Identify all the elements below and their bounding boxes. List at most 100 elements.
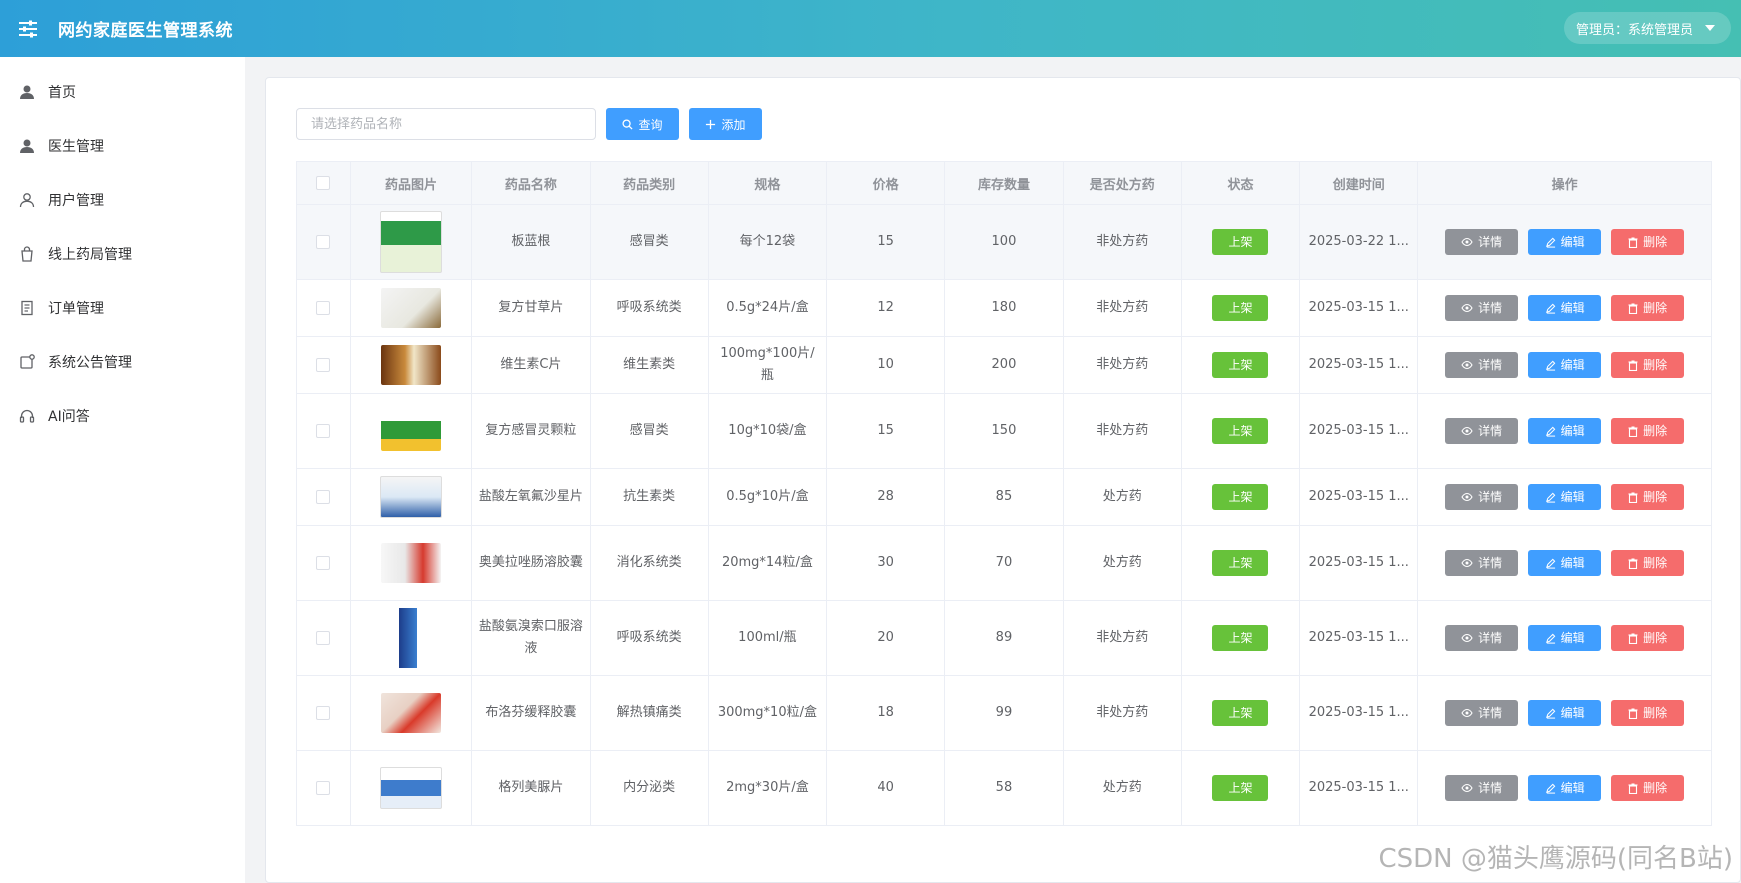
- edit-button[interactable]: 编辑: [1528, 625, 1602, 651]
- status-badge[interactable]: 上架: [1212, 484, 1269, 510]
- status-badge[interactable]: 上架: [1212, 418, 1269, 444]
- drug-image[interactable]: [381, 345, 441, 385]
- delete-button[interactable]: 删除: [1611, 352, 1685, 378]
- row-checkbox[interactable]: [316, 555, 331, 570]
- select-all-checkbox[interactable]: [316, 176, 331, 190]
- status-badge[interactable]: 上架: [1212, 550, 1269, 576]
- delete-button[interactable]: 删除: [1611, 418, 1685, 444]
- row-checkbox[interactable]: [316, 423, 331, 438]
- row-checkbox-cell[interactable]: [296, 393, 351, 469]
- headset-icon: [18, 407, 36, 425]
- drug-rx-type: 处方药: [1062, 525, 1182, 601]
- sidebar-item-announcements[interactable]: 系统公告管理: [0, 335, 245, 389]
- row-checkbox-cell[interactable]: [296, 204, 351, 280]
- detail-button[interactable]: 详情: [1445, 484, 1519, 510]
- delete-button[interactable]: 删除: [1611, 775, 1685, 801]
- sidebar-item-label: 线上药局管理: [48, 247, 132, 263]
- row-checkbox-cell[interactable]: [296, 675, 351, 751]
- user-label: 管理员：系统管理员: [1575, 22, 1693, 38]
- created-time-text: 2025-03-15 1...: [1308, 630, 1409, 645]
- delete-button[interactable]: 删除: [1611, 229, 1685, 255]
- status-badge[interactable]: 上架: [1212, 295, 1269, 321]
- table-body: 板蓝根 感冒类 每个12袋 15 100 非处方药 上架 2025-03-22 1... 详情编…: [296, 204, 1712, 826]
- drug-name: 奥美拉唑肠溶胶囊: [471, 525, 591, 601]
- detail-button[interactable]: 详情: [1445, 625, 1519, 651]
- drug-image[interactable]: [380, 211, 442, 273]
- row-checkbox[interactable]: [316, 705, 331, 720]
- drug-name: 复方感冒灵颗粒: [471, 393, 591, 469]
- drug-image[interactable]: [381, 288, 441, 328]
- column-header: 药品类别: [589, 161, 709, 205]
- drug-price: 18: [826, 675, 946, 751]
- sidebar-item-pharmacy[interactable]: 线上药局管理: [0, 227, 245, 281]
- row-checkbox[interactable]: [316, 489, 331, 504]
- sidebar-item-label: 订单管理: [48, 301, 104, 317]
- user-menu[interactable]: 管理员：系统管理员: [1563, 12, 1731, 44]
- row-checkbox-cell[interactable]: [296, 336, 351, 394]
- row-checkbox[interactable]: [316, 780, 331, 795]
- delete-button-label: 删除: [1643, 706, 1668, 720]
- sidebar-item-ai-qa[interactable]: AI问答: [0, 389, 245, 443]
- drug-image[interactable]: [381, 608, 441, 668]
- drug-image[interactable]: [381, 693, 441, 733]
- row-checkbox-cell[interactable]: [296, 525, 351, 601]
- edit-button[interactable]: 编辑: [1528, 418, 1602, 444]
- row-checkbox[interactable]: [316, 357, 331, 372]
- detail-button[interactable]: 详情: [1445, 700, 1519, 726]
- menu-toggle-icon[interactable]: [18, 19, 38, 39]
- drug-image[interactable]: [381, 411, 441, 451]
- edit-button[interactable]: 编辑: [1528, 700, 1602, 726]
- row-checkbox-cell[interactable]: [296, 750, 351, 826]
- detail-button[interactable]: 详情: [1445, 775, 1519, 801]
- sidebar-item-home[interactable]: 首页: [0, 65, 245, 119]
- status-badge[interactable]: 上架: [1212, 775, 1269, 801]
- row-checkbox[interactable]: [316, 630, 331, 645]
- status-badge[interactable]: 上架: [1212, 700, 1269, 726]
- delete-button[interactable]: 删除: [1611, 550, 1685, 576]
- drug-price: 28: [826, 468, 946, 526]
- delete-button[interactable]: 删除: [1611, 625, 1685, 651]
- drug-name-search-input[interactable]: [296, 108, 596, 140]
- sidebar-item-label: 用户管理: [48, 193, 104, 209]
- drug-image[interactable]: [381, 543, 441, 583]
- delete-button[interactable]: 删除: [1611, 700, 1685, 726]
- status-badge[interactable]: 上架: [1212, 352, 1269, 378]
- detail-button[interactable]: 详情: [1445, 418, 1519, 444]
- status-badge[interactable]: 上架: [1212, 625, 1269, 651]
- delete-button[interactable]: 删除: [1611, 295, 1685, 321]
- row-checkbox-cell[interactable]: [296, 468, 351, 526]
- detail-button[interactable]: 详情: [1445, 550, 1519, 576]
- edit-button[interactable]: 编辑: [1528, 550, 1602, 576]
- query-button[interactable]: 查询: [606, 108, 679, 140]
- row-checkbox-cell[interactable]: [296, 600, 351, 676]
- detail-button[interactable]: 详情: [1445, 295, 1519, 321]
- edit-button[interactable]: 编辑: [1528, 295, 1602, 321]
- select-all-checkbox-cell[interactable]: [296, 161, 351, 205]
- row-checkbox[interactable]: [316, 300, 331, 315]
- detail-button[interactable]: 详情: [1445, 352, 1519, 378]
- status-badge[interactable]: 上架: [1212, 229, 1269, 255]
- sidebar-item-orders[interactable]: 订单管理: [0, 281, 245, 335]
- sidebar-item-doctors[interactable]: 医生管理: [0, 119, 245, 173]
- edit-button[interactable]: 编辑: [1528, 775, 1602, 801]
- row-checkbox[interactable]: [316, 234, 331, 249]
- drug-spec: 300mg*10粒/盒: [707, 675, 828, 751]
- drug-category: 解热镇痛类: [589, 675, 709, 751]
- drug-image[interactable]: [380, 767, 442, 809]
- delete-button-label: 删除: [1643, 490, 1668, 504]
- edit-button[interactable]: 编辑: [1528, 484, 1602, 510]
- drug-image-cell: [349, 393, 473, 469]
- row-checkbox-cell[interactable]: [296, 279, 351, 337]
- edit-button[interactable]: 编辑: [1528, 229, 1602, 255]
- add-button[interactable]: 添加: [689, 108, 762, 140]
- edit-button[interactable]: 编辑: [1528, 352, 1602, 378]
- delete-button[interactable]: 删除: [1611, 484, 1685, 510]
- eye-icon: [1461, 558, 1473, 568]
- detail-button[interactable]: 详情: [1445, 229, 1519, 255]
- sidebar-item-users[interactable]: 用户管理: [0, 173, 245, 227]
- add-button-label: 添加: [721, 117, 746, 132]
- drug-image[interactable]: [380, 476, 442, 518]
- detail-button-label: 详情: [1478, 358, 1503, 372]
- table-row: 复方感冒灵颗粒 感冒类 10g*10袋/盒 15 150 非处方药 上架 2025-03-15…: [296, 393, 1712, 469]
- eye-icon: [1461, 237, 1473, 247]
